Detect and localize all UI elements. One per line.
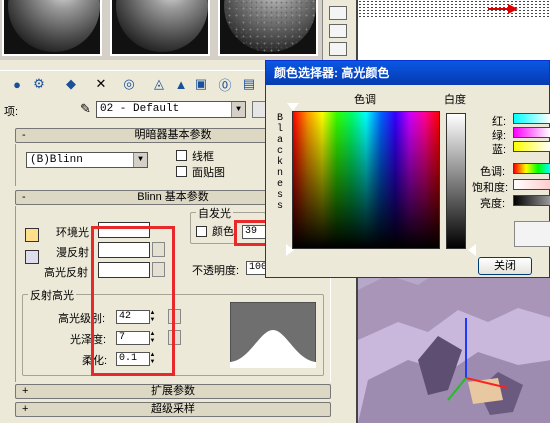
eyedropper-icon[interactable]: ✎ [80,101,91,117]
blue-slider[interactable] [513,141,550,152]
highlight-curve-graph [230,302,316,368]
show-end-result-icon[interactable]: ▤ [240,76,258,92]
put-to-library-icon[interactable]: ▲ [172,76,190,92]
value-slider[interactable] [513,195,550,206]
sample-slots [0,0,322,60]
blackness-label: B l a c k n e s s [276,113,283,212]
sample-side-toolbar [322,0,355,60]
dialog-title[interactable]: 颜色选择器: 高光颜色 [266,61,549,85]
opacity-spinner[interactable]: 100 [246,261,267,275]
saturation-label: 饱和度: [472,182,509,194]
value-label: 亮度: [480,198,506,210]
material-id-icon[interactable]: ▣ [192,76,210,92]
shader-type-dropdown[interactable]: (B)Blinn ▼ [26,152,148,168]
make-copy-icon[interactable]: ◎ [120,76,138,92]
red-slider[interactable] [513,113,550,124]
supersampling-rollout-header[interactable]: + 超级采样 [15,402,331,417]
supersampling-rollout-title: 超级采样 [151,403,195,415]
assign-material-icon[interactable]: ◆ [62,76,80,92]
hue-slider[interactable] [513,163,550,174]
diffuse-label: 漫反射 [56,247,89,259]
facemap-label: 面贴图 [192,167,225,179]
blue-label: 蓝: [492,144,507,156]
specular-label: 高光反射 [44,267,88,279]
material-name-value: 02 - Default [100,103,180,115]
sample-slot-3[interactable] [218,0,318,56]
get-material-icon[interactable]: ● [8,76,26,92]
ambient-label: 环境光 [56,227,89,239]
color-preview [514,221,550,247]
highlight-box-self-illum [234,220,268,246]
color-picker-dialog: 颜色选择器: 高光颜色 色调 白度 B l a c k n e s s 红: 绿… [265,60,550,278]
lock-ambient-diffuse-button[interactable] [25,228,39,242]
hue-marker[interactable] [287,103,299,111]
hue-blackness-field[interactable] [292,111,440,249]
make-unique-icon[interactable]: ◬ [150,76,168,92]
material-name-field[interactable]: 02 - Default ▼ [96,101,246,118]
backlight-button[interactable] [329,24,347,38]
hue-label: 色调 [354,94,376,106]
material-type-button[interactable] [252,101,266,118]
ext-rollout-header[interactable]: + 扩展参数 [15,384,331,399]
opacity-label: 不透明度: [192,265,240,277]
put-to-scene-icon[interactable]: ⚙ [30,76,48,92]
wire-label: 线框 [192,151,214,163]
hue-value-label: 色调: [480,166,506,178]
saturation-slider[interactable] [513,179,550,190]
sample-type-button[interactable] [329,6,347,20]
whiteness-label: 白度 [444,94,466,106]
self-illum-color-checkbox[interactable] [196,226,207,237]
reset-map-icon[interactable]: ✕ [92,76,110,92]
wire-checkbox[interactable] [176,150,187,161]
lock-diffuse-specular-button[interactable] [25,250,39,264]
green-slider[interactable] [513,127,550,138]
shader-rollout-title: 明暗器基本参数 [134,129,212,141]
chevron-down-icon[interactable]: ▼ [133,153,147,167]
spec-highlights-title: 反射高光 [28,287,76,303]
chevron-down-icon[interactable]: ▼ [231,102,245,117]
ext-rollout-title: 扩展参数 [151,385,195,397]
facemap-checkbox[interactable] [176,166,187,177]
sample-slot-1[interactable] [2,0,102,56]
blinn-rollout-title: Blinn 基本参数 [137,191,209,203]
self-illum-title: 自发光 [196,205,233,221]
material-label: 项: [4,106,19,118]
whiteness-slider[interactable] [446,113,466,249]
close-button[interactable]: 关闭 [478,257,532,275]
whiteness-marker[interactable] [468,244,476,256]
show-map-icon[interactable]: ⓪ [216,76,234,93]
sample-slot-2[interactable] [110,0,210,56]
background-button[interactable] [329,42,347,56]
self-illum-color-label: 颜色 [212,226,234,238]
highlight-box-main [91,226,175,376]
viewport-top[interactable] [356,0,550,60]
